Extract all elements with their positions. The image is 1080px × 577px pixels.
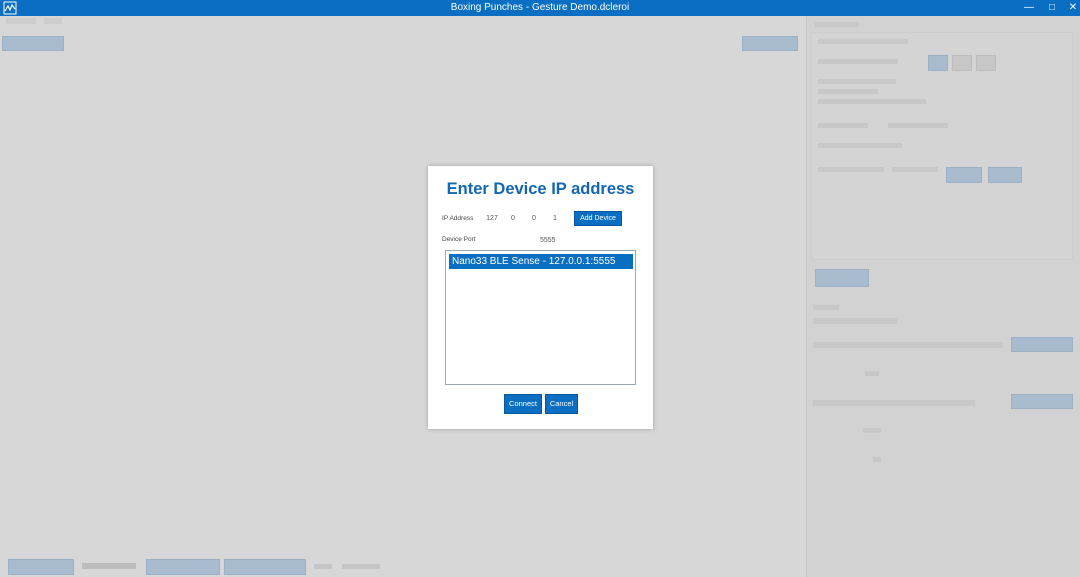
- close-button[interactable]: ✕: [1062, 0, 1080, 16]
- minimize-button[interactable]: —: [1018, 0, 1040, 16]
- window-title-bar: Boxing Punches - Gesture Demo.dcleroi — …: [0, 0, 1080, 16]
- device-list-item[interactable]: Nano33 BLE Sense - 127.0.0.1:5555: [449, 254, 633, 269]
- maximize-button[interactable]: □: [1041, 0, 1063, 16]
- ip-octet-3-input[interactable]: [525, 211, 543, 225]
- ip-octet-1-input[interactable]: [483, 211, 501, 225]
- connect-button[interactable]: Connect: [504, 394, 542, 414]
- device-list[interactable]: Nano33 BLE Sense - 127.0.0.1:5555: [445, 250, 636, 385]
- ip-octet-2-input[interactable]: [504, 211, 522, 225]
- ip-address-dialog: Enter Device IP address IP Address Add D…: [428, 166, 653, 429]
- window-title: Boxing Punches - Gesture Demo.dcleroi: [450, 2, 630, 13]
- ip-address-label: IP Address: [442, 215, 474, 222]
- add-device-button[interactable]: Add Device: [574, 211, 622, 226]
- device-port-input[interactable]: [540, 235, 570, 245]
- device-port-label: Device Port: [442, 236, 476, 243]
- ip-octet-4-input[interactable]: [546, 211, 564, 225]
- dialog-title: Enter Device IP address: [446, 180, 635, 198]
- cancel-button[interactable]: Cancel: [545, 394, 578, 414]
